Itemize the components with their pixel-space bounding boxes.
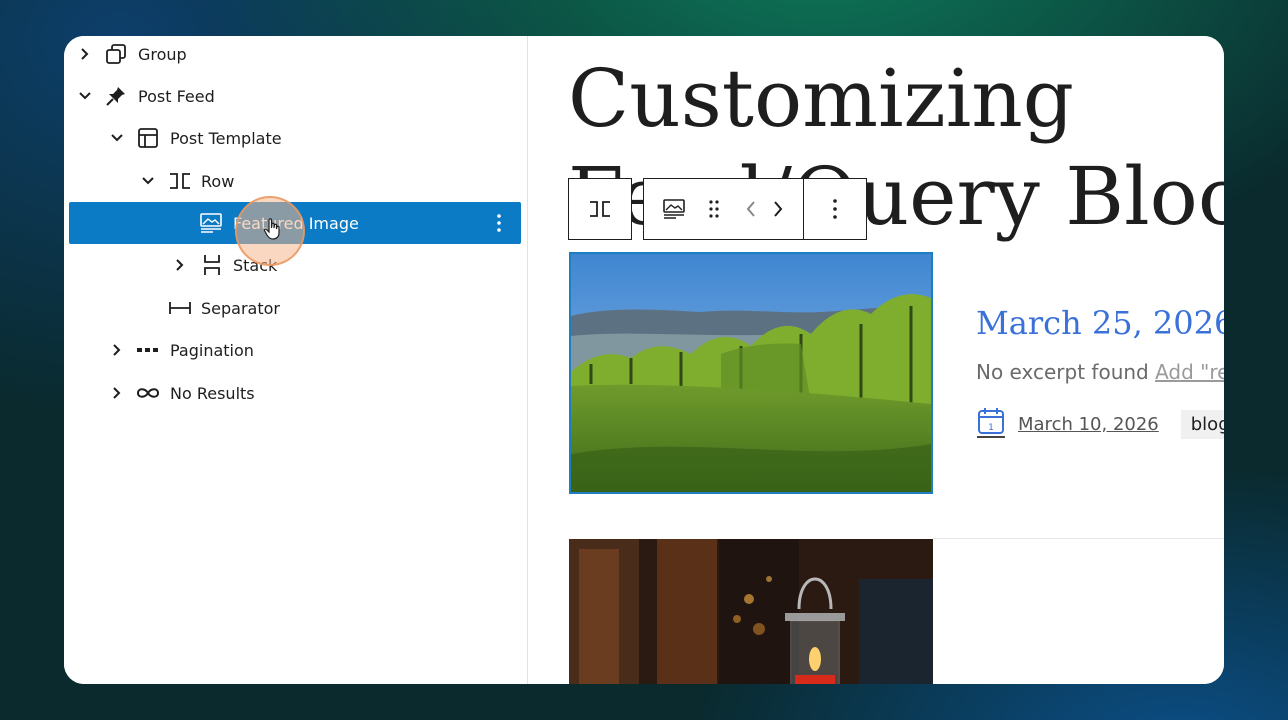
chevron-right-icon[interactable] [173,258,187,272]
add-excerpt-link[interactable]: Add "re [1155,360,1224,384]
list-item-label: Post Feed [138,86,215,106]
page-title-line: Customizing [568,52,1075,145]
hand-cursor-icon [263,218,281,244]
editor-canvas: Customizing Feed/Query Bloc March 25, 20… [528,36,1224,684]
block-type-button[interactable] [644,179,704,239]
list-item-label: Separator [201,298,280,318]
list-item-label: Post Template [170,128,282,148]
move-left-button[interactable] [736,179,766,239]
excerpt-text: No excerpt found [976,360,1156,384]
drag-handle-icon[interactable] [704,179,724,239]
chevron-right-icon[interactable] [78,47,92,61]
toolbar-block-segment [643,178,803,240]
select-parent-row-button[interactable] [569,179,631,239]
chevron-right-icon[interactable] [110,343,124,357]
featured-image[interactable] [569,252,933,494]
chevron-down-icon[interactable] [110,131,124,145]
list-item-pagination[interactable]: Pagination [64,329,527,371]
featured-image[interactable] [569,539,933,684]
move-right-button[interactable] [766,179,790,239]
post-divider [933,538,1224,539]
editor-window: Group Post Feed Post Template Row Image … [64,36,1224,684]
toolbar-parent-segment [568,178,632,240]
kebab-icon [833,199,837,219]
loop-icon [136,381,160,405]
list-item-post-feed[interactable]: Post Feed [64,75,527,117]
post-title-link[interactable]: March 25, 2026 [976,304,1224,342]
post-tag[interactable]: blog [1180,409,1224,439]
list-item-post-template[interactable]: Post Template [64,117,527,159]
layout-icon [136,126,160,150]
list-item-group[interactable]: Group [64,36,527,75]
options-kebab-icon[interactable] [491,212,507,234]
list-item-label: Row [201,171,235,191]
post-date-link[interactable]: March 10, 2026 [1018,414,1159,435]
separator-icon [168,296,192,320]
list-item-label: Group [138,44,187,64]
chevron-down-icon[interactable] [78,89,92,103]
svg-text:1: 1 [988,423,994,433]
chevron-right-icon [774,201,783,217]
list-item-row[interactable]: Row [64,160,527,202]
chevron-left-icon [746,201,755,217]
list-view-panel: Group Post Feed Post Template Row Image … [64,36,528,684]
pagination-icon [136,338,160,362]
more-options-button[interactable] [804,179,866,239]
featured-image-icon [199,211,223,235]
list-item-label: No Results [170,383,255,403]
row-icon [168,169,192,193]
row-icon [590,201,610,217]
list-item-label: Pagination [170,340,254,360]
block-toolbar [568,178,867,240]
featured-image-icon [663,199,685,219]
stack-icon [200,253,224,277]
pin-icon [104,84,128,108]
calendar-icon: 1 [976,406,1006,442]
chevron-down-icon[interactable] [141,174,155,188]
chevron-right-icon[interactable] [110,386,124,400]
list-item-no-results[interactable]: No Results [64,372,527,414]
list-item-separator[interactable]: Separator [64,287,527,329]
post-meta: 1 March 10, 2026 blog [976,408,1224,440]
toolbar-options-segment [803,178,867,240]
group-icon [104,42,128,66]
post-excerpt: No excerpt found Add "re [976,360,1224,384]
